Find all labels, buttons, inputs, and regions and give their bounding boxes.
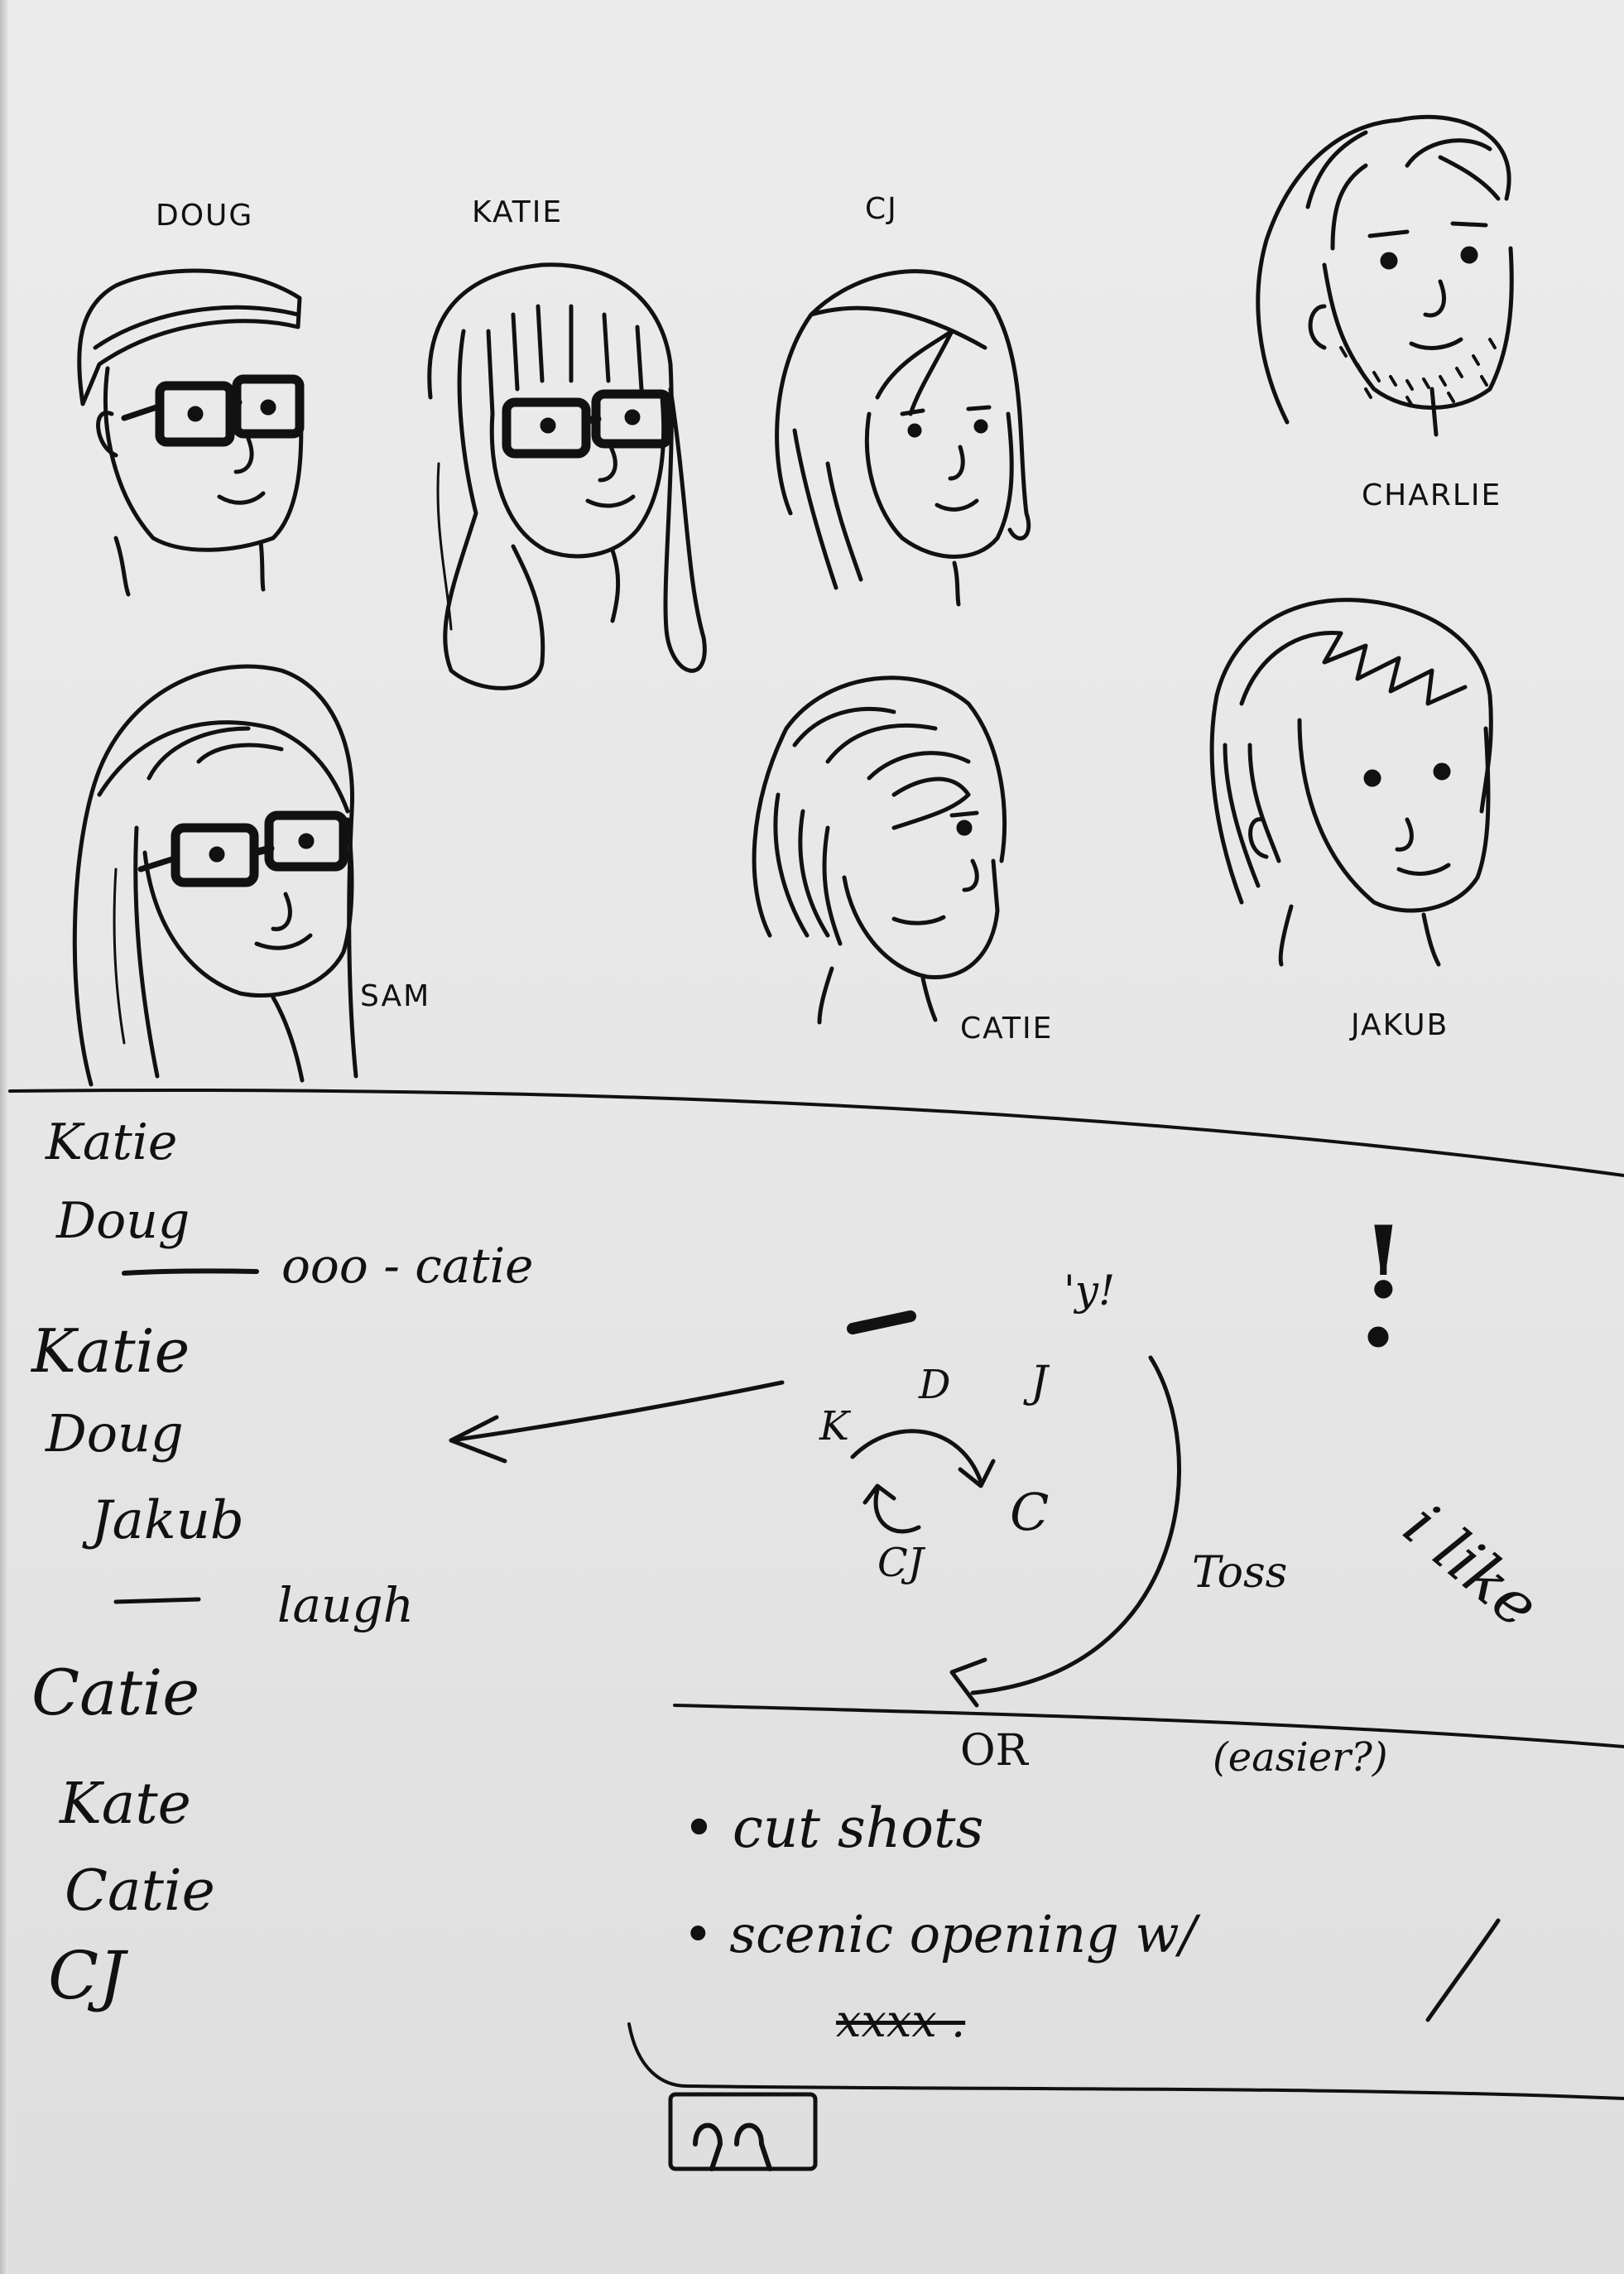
diagram-curve-cj: [873, 1488, 921, 1534]
diagram-curve-cj-head: [862, 1483, 896, 1505]
laugh-dash: [113, 1597, 201, 1604]
diagram-mark: [847, 1310, 916, 1334]
toss-arrow: [970, 1355, 1182, 1695]
slash-mark: [1425, 1918, 1501, 2022]
sketchbook-page: DOUG KATIE CJ CHARLIE SAM CATIE JAKUB Ka…: [0, 0, 1624, 2274]
diagram-curve-k-to-c: [850, 1429, 983, 1484]
doug-underline: [122, 1268, 259, 1276]
toss-arrow-head: [949, 1657, 987, 1708]
arrow-to-list: [449, 1380, 785, 1443]
sketch-frame-figures: [693, 2123, 772, 2171]
sketch-frame: [668, 2092, 818, 2171]
exclaim-dot: [1367, 1326, 1389, 1348]
note-doodles: [113, 1268, 1501, 2171]
